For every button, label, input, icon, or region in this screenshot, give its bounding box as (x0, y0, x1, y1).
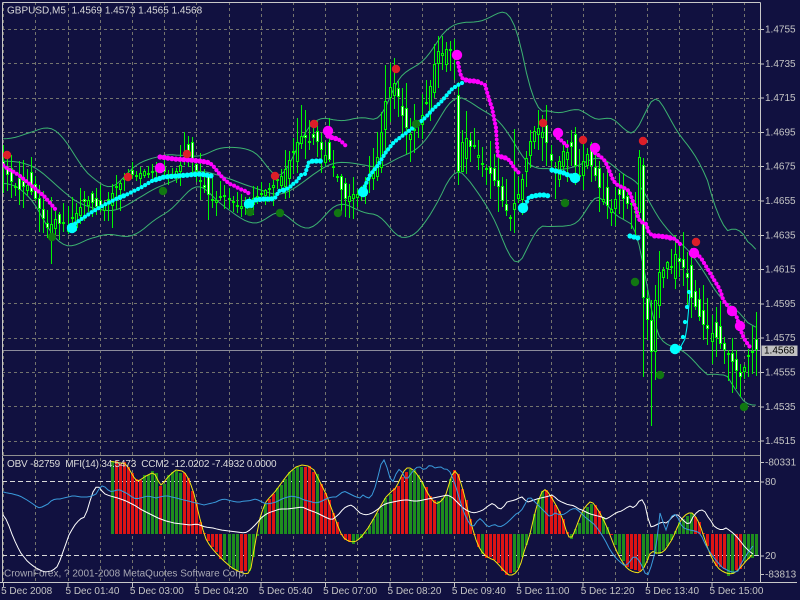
svg-text:1.4555: 1.4555 (765, 368, 796, 379)
svg-text:5 Dec 13:40: 5 Dec 13:40 (645, 586, 699, 597)
svg-text:5 Dec 03:00: 5 Dec 03:00 (130, 586, 184, 597)
svg-text:OBV -82759 MFI(14) 34.5473 C: OBV -82759 MFI(14) 34.5473 CCM2 -12.0202… (7, 459, 277, 470)
svg-text:5 Dec 04:20: 5 Dec 04:20 (194, 586, 248, 597)
svg-text:5 Dec 01:40: 5 Dec 01:40 (66, 586, 120, 597)
svg-text:5 Dec 05:40: 5 Dec 05:40 (259, 586, 313, 597)
svg-text:GBPUSD,M5 1.4569 1.4573 1.456: GBPUSD,M5 1.4569 1.4573 1.4565 1.4568 (7, 6, 203, 17)
svg-text:5 Dec 11:00: 5 Dec 11:00 (516, 586, 570, 597)
svg-text:5 Dec 08:20: 5 Dec 08:20 (388, 586, 442, 597)
svg-text:1.4715: 1.4715 (765, 93, 796, 104)
svg-text:1.4755: 1.4755 (765, 25, 796, 36)
svg-text:80: 80 (765, 477, 777, 488)
svg-text:1.4635: 1.4635 (765, 230, 796, 241)
svg-text:1.4515: 1.4515 (765, 436, 796, 447)
svg-text:1.4575: 1.4575 (765, 333, 796, 344)
svg-text:5 Dec 2008: 5 Dec 2008 (1, 586, 53, 597)
svg-text:1.4568: 1.4568 (764, 346, 795, 357)
svg-text:CrownForex, ? 2001-2008 MetaQu: CrownForex, ? 2001-2008 MetaQuotes Softw… (4, 569, 247, 580)
svg-text:1.4595: 1.4595 (765, 299, 796, 310)
svg-text:1.4735: 1.4735 (765, 59, 796, 70)
svg-text:1.4655: 1.4655 (765, 196, 796, 207)
svg-text:5 Dec 09:40: 5 Dec 09:40 (452, 586, 506, 597)
svg-text:-83813: -83813 (765, 570, 797, 581)
svg-text:1.4695: 1.4695 (765, 127, 796, 138)
svg-text:5 Dec 15:00: 5 Dec 15:00 (710, 586, 764, 597)
svg-text:-80331: -80331 (765, 458, 797, 469)
svg-text:20: 20 (765, 551, 777, 562)
svg-text:1.4615: 1.4615 (765, 265, 796, 276)
svg-text:5 Dec 12:20: 5 Dec 12:20 (581, 586, 635, 597)
svg-text:1.4675: 1.4675 (765, 162, 796, 173)
svg-text:5 Dec 07:00: 5 Dec 07:00 (323, 586, 377, 597)
svg-text:1.4535: 1.4535 (765, 402, 796, 413)
